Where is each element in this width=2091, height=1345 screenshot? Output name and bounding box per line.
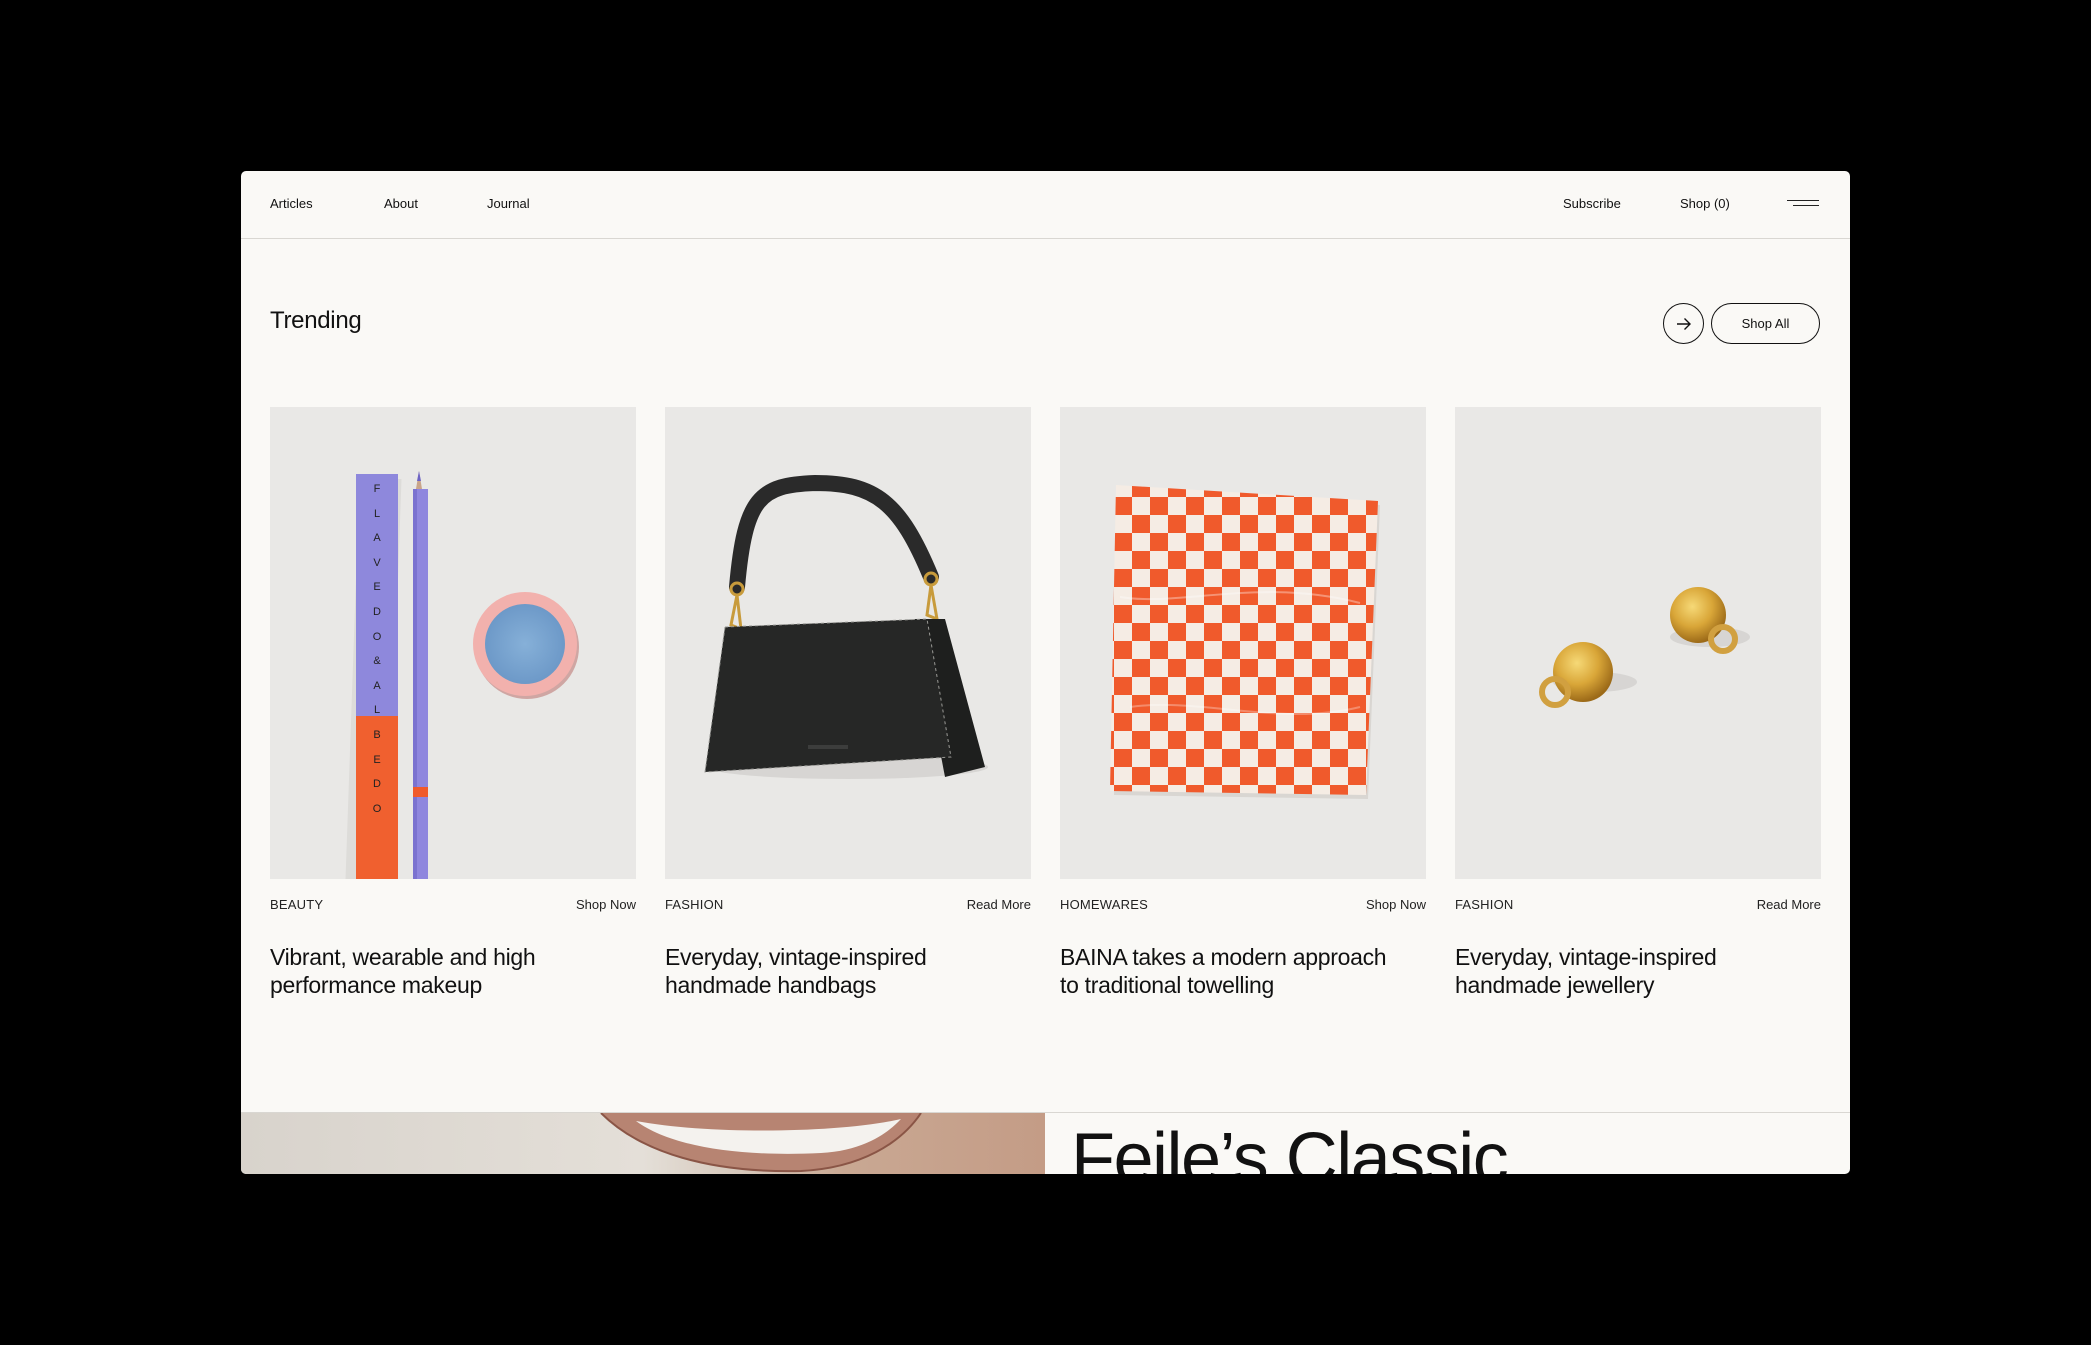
- top-nav: Articles About Journal Subscribe Shop (0…: [241, 171, 1850, 239]
- card-category: FASHION: [1455, 897, 1514, 912]
- card-image-jewellery[interactable]: [1455, 407, 1821, 879]
- gold-earrings-illustration: [1539, 587, 1750, 708]
- svg-text:O: O: [373, 803, 382, 815]
- svg-text:B: B: [373, 729, 380, 741]
- card-category: BEAUTY: [270, 897, 324, 912]
- makeup-illustration: FLA VED O&A LBE DO: [344, 471, 579, 879]
- nav-link-subscribe[interactable]: Subscribe: [1563, 196, 1621, 211]
- svg-text:D: D: [373, 606, 381, 618]
- product-card[interactable]: FASHION Read More Everyday, vintage-insp…: [665, 407, 1031, 999]
- svg-text:E: E: [373, 581, 380, 593]
- card-category: HOMEWARES: [1060, 897, 1148, 912]
- card-title[interactable]: BAINA takes a modern approach to traditi…: [1060, 943, 1410, 999]
- arrow-right-icon: [1676, 317, 1691, 330]
- svg-text:E: E: [373, 754, 380, 766]
- svg-text:A: A: [373, 680, 381, 692]
- product-card[interactable]: FLA VED O & A LBE DO BEAUTY Shop Now Vib…: [270, 407, 636, 999]
- card-read-more-link[interactable]: Read More: [1757, 897, 1821, 912]
- card-title[interactable]: Vibrant, wearable and high performance m…: [270, 943, 620, 999]
- card-category: FASHION: [665, 897, 724, 912]
- svg-text:V: V: [373, 557, 381, 569]
- svg-text:&: &: [373, 655, 381, 667]
- section-title-trending: Trending: [270, 307, 362, 334]
- svg-text:D: D: [373, 778, 381, 790]
- card-image-makeup[interactable]: FLA VED O & A LBE DO: [270, 407, 636, 879]
- nav-link-articles[interactable]: Articles: [270, 196, 313, 211]
- card-read-more-link[interactable]: Read More: [967, 897, 1031, 912]
- shop-all-button[interactable]: Shop All: [1711, 303, 1820, 344]
- card-shop-now-link[interactable]: Shop Now: [576, 897, 636, 912]
- handbag-illustration: [704, 474, 988, 779]
- svg-text:O: O: [373, 631, 382, 643]
- nav-link-journal[interactable]: Journal: [487, 196, 530, 211]
- card-title[interactable]: Everyday, vintage-inspired handmade hand…: [665, 943, 1015, 999]
- svg-text:L: L: [374, 508, 380, 520]
- nav-link-about[interactable]: About: [384, 196, 418, 211]
- browser-window: Articles About Journal Subscribe Shop (0…: [241, 171, 1850, 1174]
- svg-text:A: A: [373, 532, 381, 544]
- checkered-towel-illustration: [1110, 485, 1380, 799]
- next-arrow-button[interactable]: [1663, 303, 1704, 344]
- smile-illustration: [600, 1113, 922, 1173]
- feature-title[interactable]: Feile’s Classic: [1071, 1123, 1509, 1174]
- nav-link-shop-cart[interactable]: Shop (0): [1680, 196, 1730, 211]
- feature-photo-smile[interactable]: [241, 1113, 1045, 1174]
- product-card[interactable]: HOMEWARES Shop Now BAINA takes a modern …: [1060, 407, 1426, 999]
- card-title[interactable]: Everyday, vintage-inspired handmade jewe…: [1455, 943, 1805, 999]
- hamburger-menu-icon[interactable]: [1787, 198, 1819, 208]
- svg-text:L: L: [374, 704, 380, 716]
- card-image-handbag[interactable]: [665, 407, 1031, 879]
- product-card[interactable]: FASHION Read More Everyday, vintage-insp…: [1455, 407, 1821, 999]
- card-shop-now-link[interactable]: Shop Now: [1366, 897, 1426, 912]
- svg-text:F: F: [374, 483, 381, 495]
- card-image-towel[interactable]: [1060, 407, 1426, 879]
